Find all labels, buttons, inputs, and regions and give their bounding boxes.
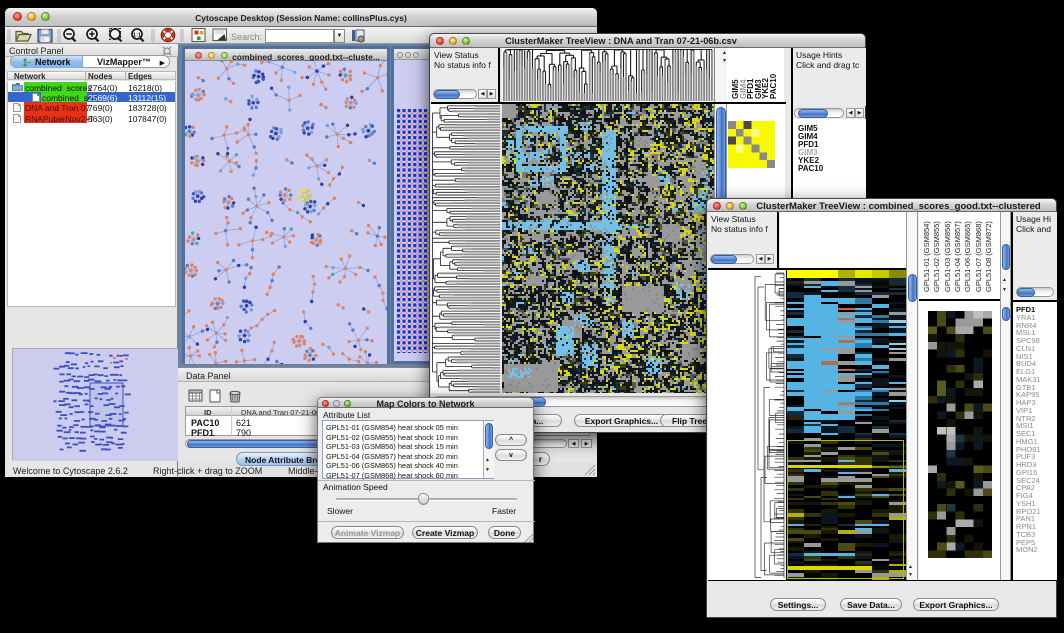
svg-text:1:1: 1:1 bbox=[133, 32, 141, 38]
